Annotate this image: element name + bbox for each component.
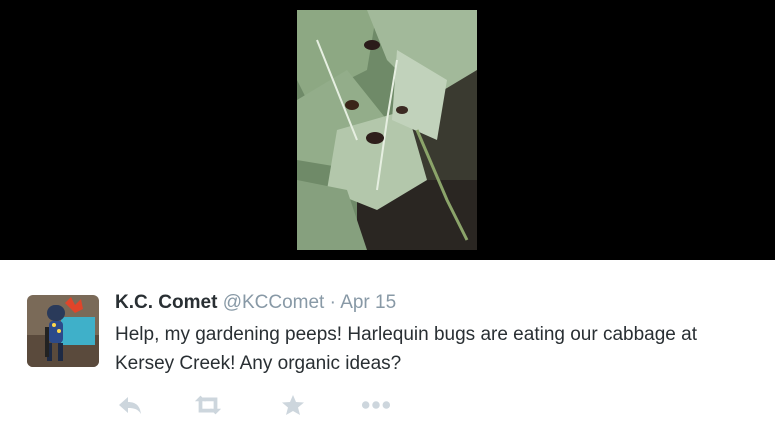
separator: · <box>329 292 336 313</box>
retweet-button[interactable] <box>193 390 223 420</box>
favorite-button[interactable] <box>278 390 308 420</box>
cabbage-photo-image <box>297 10 477 250</box>
tweet-header: K.C. Comet @KCComet · Apr 15 <box>115 292 396 314</box>
more-button[interactable] <box>361 390 391 420</box>
avatar-image <box>27 295 99 367</box>
retweet-icon <box>194 395 222 415</box>
tweet-date[interactable]: Apr 15 <box>340 292 396 313</box>
tweet[interactable]: K.C. Comet @KCComet · Apr 15 Help, my ga… <box>0 260 775 446</box>
reply-icon <box>119 397 141 414</box>
author-name[interactable]: K.C. Comet <box>115 292 217 313</box>
tweet-media[interactable] <box>0 0 775 260</box>
author-handle[interactable]: @KCComet <box>223 292 325 313</box>
star-icon <box>282 395 304 415</box>
more-icon <box>361 401 391 409</box>
tweet-photo[interactable] <box>297 10 477 250</box>
avatar[interactable] <box>27 295 99 367</box>
reply-button[interactable] <box>115 390 145 420</box>
tweet-text: Help, my gardening peeps! Harlequin bugs… <box>115 324 697 374</box>
